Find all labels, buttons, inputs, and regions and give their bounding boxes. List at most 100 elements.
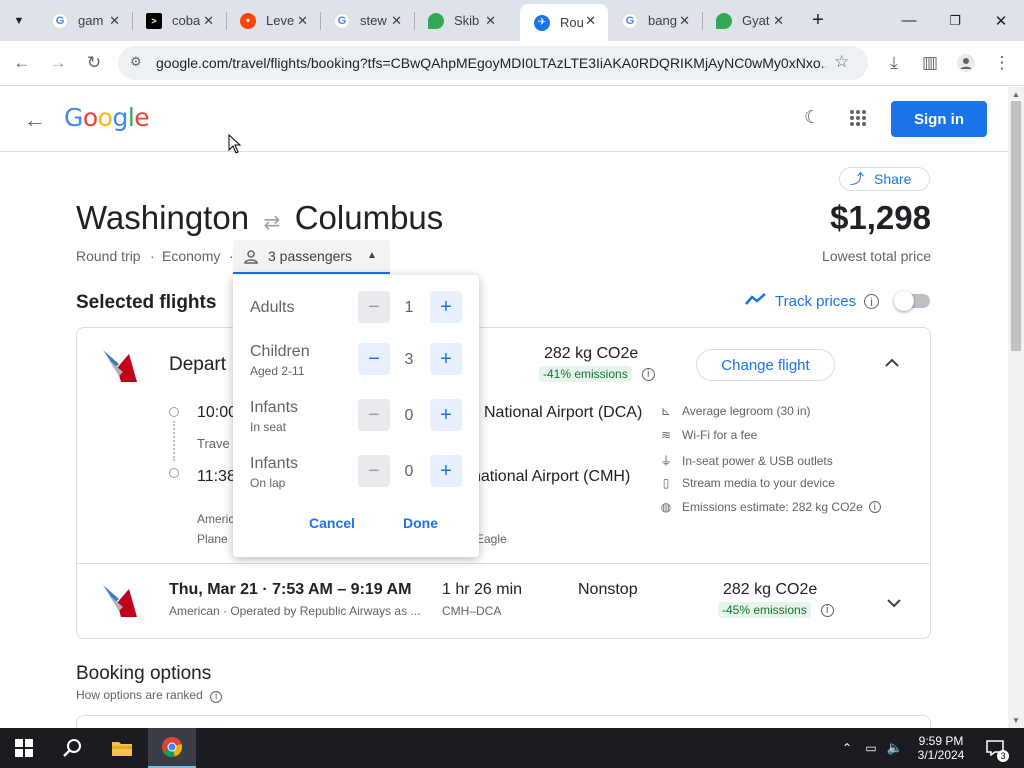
- arrival-time: 11:38: [197, 468, 236, 485]
- apps-grid-icon[interactable]: [849, 109, 867, 132]
- tab-2[interactable]: > coba ✕: [132, 0, 226, 41]
- minimize-icon[interactable]: —: [886, 0, 932, 41]
- adults-increment-button[interactable]: +: [430, 291, 462, 323]
- infants-seat-increment-button[interactable]: +: [430, 399, 462, 431]
- close-icon[interactable]: ✕: [297, 13, 308, 29]
- info-icon[interactable]: i: [864, 294, 880, 309]
- reload-icon[interactable]: ↻: [78, 47, 110, 79]
- back-arrow-icon[interactable]: ←: [24, 107, 46, 133]
- change-flight-button[interactable]: Change flight: [696, 349, 835, 381]
- network-icon[interactable]: ▭: [860, 728, 882, 768]
- scrollbar[interactable]: ▲ ▼: [1008, 87, 1024, 728]
- tab-7[interactable]: G bang ✕: [608, 0, 702, 41]
- tab-5[interactable]: Skib ✕: [414, 0, 508, 41]
- amenity-legroom: ⊾ Average legroom (30 in): [659, 404, 811, 418]
- search-icon[interactable]: [48, 728, 96, 768]
- menu-icon[interactable]: ⋮: [986, 47, 1018, 79]
- close-icon[interactable]: ✕: [485, 13, 496, 29]
- departure-airport: National Airport (DCA): [484, 404, 643, 421]
- close-icon[interactable]: ✕: [585, 13, 596, 29]
- amenity-power: ⏚ In-seat power & USB outlets: [659, 452, 833, 469]
- done-button[interactable]: Done: [403, 515, 438, 531]
- origin-city: Washington: [76, 199, 250, 236]
- timeline-start-dot: [169, 407, 179, 417]
- chrome-taskbar-icon[interactable]: [148, 728, 196, 768]
- children-increment-button[interactable]: +: [430, 343, 462, 375]
- notification-count: 3: [997, 750, 1009, 762]
- forward-icon[interactable]: →: [42, 47, 74, 79]
- scroll-down-icon[interactable]: ▼: [1012, 716, 1020, 725]
- infants-lap-decrement-button[interactable]: −: [358, 455, 390, 487]
- side-panel-icon[interactable]: ▥: [914, 47, 946, 79]
- site-info-icon[interactable]: ⚙: [130, 54, 142, 70]
- clock[interactable]: 9:59 PM 3/1/2024: [912, 728, 970, 768]
- departing-emissions: -41% emissions i: [539, 366, 655, 382]
- infants-lap-increment-button[interactable]: +: [430, 455, 462, 487]
- amenity-text: Wi-Fi for a fee: [682, 428, 758, 442]
- swap-icon: ⇄: [263, 212, 281, 234]
- windows-start-icon[interactable]: [0, 728, 48, 768]
- chevron-down-icon[interactable]: [887, 595, 901, 613]
- track-prices-toggle[interactable]: [894, 291, 930, 311]
- tab-1[interactable]: G gam ✕: [38, 0, 132, 41]
- booking-options-sub[interactable]: How options are ranked i: [76, 688, 223, 703]
- info-icon[interactable]: i: [210, 690, 223, 703]
- tab-8[interactable]: Gyat ✕: [702, 0, 796, 41]
- children-count: 3: [404, 351, 414, 368]
- adults-decrement-button[interactable]: −: [358, 291, 390, 323]
- tab-3[interactable]: • Leve ✕: [226, 0, 320, 41]
- arrival-airport: national Airport (CMH): [472, 468, 631, 485]
- close-icon[interactable]: ✕: [109, 13, 120, 29]
- close-icon[interactable]: ✕: [773, 13, 784, 29]
- chevron-up-icon[interactable]: [885, 354, 899, 370]
- adults-count: 1: [404, 299, 414, 316]
- profile-icon[interactable]: [950, 47, 982, 79]
- window-close-icon[interactable]: ✕: [978, 0, 1024, 41]
- card-divider: [77, 563, 930, 564]
- tab-6-active[interactable]: ✈ Rou ✕: [520, 4, 608, 41]
- info-icon[interactable]: i: [820, 603, 834, 617]
- new-tab-icon[interactable]: +: [796, 0, 840, 41]
- file-explorer-icon[interactable]: [98, 728, 146, 768]
- tab-search-icon[interactable]: ▼: [0, 0, 38, 41]
- booking-options-heading: Booking options: [76, 663, 212, 684]
- sign-in-button[interactable]: Sign in: [891, 101, 987, 137]
- close-icon[interactable]: ✕: [391, 13, 402, 29]
- google-logo[interactable]: Google: [64, 103, 150, 132]
- cancel-button[interactable]: Cancel: [309, 515, 355, 531]
- restore-icon[interactable]: ❐: [932, 0, 978, 41]
- departing-co2: 282 kg CO2e: [544, 345, 639, 362]
- destination-city: Columbus: [294, 199, 444, 236]
- info-icon[interactable]: i: [641, 367, 655, 381]
- volume-icon[interactable]: 🔈: [884, 728, 906, 768]
- separator-dot: ·: [150, 248, 155, 264]
- google-icon: G: [52, 12, 68, 29]
- address-bar[interactable]: ⚙ google.com/travel/flights/booking?tfs=…: [118, 46, 868, 80]
- american-airlines-logo: [99, 346, 139, 386]
- tab-4[interactable]: G stew ✕: [320, 0, 414, 41]
- scroll-thumb[interactable]: [1011, 101, 1021, 351]
- adults-label: Adults: [250, 299, 295, 316]
- total-price: $1,298: [830, 199, 931, 236]
- share-button[interactable]: ⤴ Share: [839, 167, 930, 191]
- google-icon: G: [622, 12, 638, 29]
- back-icon[interactable]: ←: [6, 47, 38, 79]
- stream-icon: ▯: [662, 476, 670, 490]
- info-icon[interactable]: i: [868, 501, 881, 513]
- close-icon[interactable]: ✕: [203, 13, 214, 29]
- dark-mode-icon[interactable]: ☾: [804, 107, 820, 128]
- close-icon[interactable]: ✕: [679, 13, 690, 29]
- infants-seat-decrement-button[interactable]: −: [358, 399, 390, 431]
- children-decrement-button[interactable]: −: [358, 343, 390, 375]
- clock-date: 3/1/2024: [917, 748, 965, 762]
- bookmark-star-icon[interactable]: ☆: [834, 52, 849, 72]
- passengers-selector[interactable]: 3 passengers ▲: [233, 240, 390, 274]
- tray-chevron-icon[interactable]: ⌃: [836, 728, 858, 768]
- amenity-text: In-seat power & USB outlets: [682, 453, 833, 468]
- download-icon[interactable]: ⤓: [878, 47, 910, 79]
- track-prices[interactable]: Track prices i: [745, 292, 880, 311]
- notifications-icon[interactable]: 3: [980, 728, 1010, 768]
- page-content: ← Google ☾ Sign in ⤴ Share Washington ⇄ …: [0, 87, 1008, 728]
- emissions-badge: -45% emissions: [718, 602, 811, 618]
- scroll-up-icon[interactable]: ▲: [1012, 90, 1020, 99]
